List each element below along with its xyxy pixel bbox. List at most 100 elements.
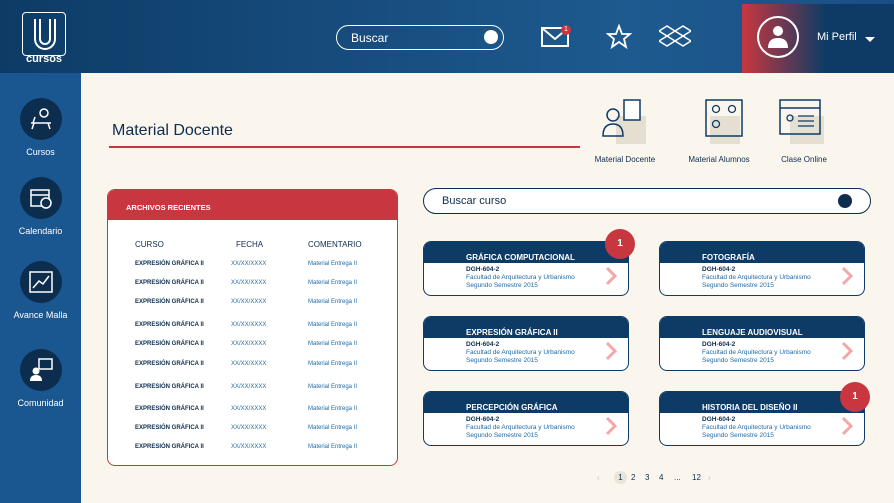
chevron-right-icon[interactable] [840, 266, 854, 286]
course-search-input[interactable]: Buscar curso [423, 188, 871, 214]
cell-curso: EXPRESIÓN GRÁFICA II [135, 444, 204, 450]
cell-fecha: XX/XX/XXXX [231, 280, 267, 286]
search-button[interactable] [484, 30, 498, 44]
sidebar-icon-circle [19, 177, 62, 219]
course-name: FOTOGRAFÍA [660, 242, 864, 263]
cell-comentario[interactable]: Material Entrega II [308, 322, 357, 328]
sidebar-item-cursos[interactable]: Cursos [0, 98, 81, 157]
sidebar-label: Cursos [26, 147, 55, 157]
sidebar-icon-circle [19, 349, 62, 391]
sidebar-item-calendario[interactable]: Calendario [0, 177, 81, 236]
course-search-placeholder: Buscar curso [442, 195, 507, 207]
cell-fecha: XX/XX/XXXX [231, 361, 267, 367]
cell-curso: EXPRESIÓN GRÁFICA II [135, 280, 204, 286]
cell-curso: EXPRESIÓN GRÁFICA II [135, 406, 204, 412]
course-faculty: Facultad de Arquitectura y Urbanismo [702, 274, 811, 281]
course-name: LENGUAJE AUDIOVISUAL [660, 317, 864, 338]
cell-fecha: XX/XX/XXXX [231, 406, 267, 412]
cell-comentario[interactable]: Material Entrega II [308, 341, 357, 347]
students-icon [705, 99, 743, 144]
cell-fecha: XX/XX/XXXX [231, 261, 267, 267]
pagination-page[interactable]: 3 [645, 473, 649, 482]
logo-u-icon [34, 19, 56, 50]
cell-comentario[interactable]: Material Entrega II [308, 261, 357, 267]
cell-curso: EXPRESIÓN GRÁFICA II [135, 384, 204, 390]
pagination-page[interactable]: 12 [692, 473, 701, 482]
course-name: PERCEPCIÓN GRÁFICA [424, 392, 628, 413]
course-name: EXPRESIÓN GRÁFICA II [424, 317, 628, 338]
profile-label[interactable]: Mi Perfil [817, 31, 857, 43]
sidebar-icon-circle [19, 261, 62, 303]
recent-files-panel: ARCHIVOS RECIENTES CURSO FECHA COMENTARI… [107, 189, 398, 466]
course-faculty: Facultad de Arquitectura y Urbanismo [466, 274, 575, 281]
sidebar-label: Calendario [18, 226, 63, 236]
chevron-right-icon[interactable] [604, 341, 618, 361]
cell-fecha: XX/XX/XXXX [231, 341, 267, 347]
sidebar-label: Avance Malla [13, 310, 68, 320]
course-semester: Segundo Semestre 2015 [466, 432, 538, 439]
calendar-icon [29, 189, 52, 209]
course-code: DGH-604-2 [466, 266, 500, 273]
cell-comentario[interactable]: Material Entrega II [308, 444, 357, 450]
chevron-right-icon[interactable] [840, 341, 854, 361]
cell-fecha: XX/XX/XXXX [231, 425, 267, 431]
course-code: DGH-604-2 [466, 416, 500, 423]
chevron-down-icon[interactable] [865, 37, 875, 42]
cell-comentario[interactable]: Material Entrega II [308, 280, 357, 286]
pagination-page[interactable]: 2 [631, 473, 635, 482]
course-semester: Segundo Semestre 2015 [466, 282, 538, 289]
chevron-right-icon[interactable] [604, 266, 618, 286]
course-card[interactable]: GRÁFICA COMPUTACIONAL DGH-604-2 Facultad… [423, 241, 629, 296]
sidebar-item-comunidad[interactable]: Comunidad [0, 349, 81, 408]
cell-fecha: XX/XX/XXXX [231, 299, 267, 305]
cell-comentario[interactable]: Material Entrega II [308, 406, 357, 412]
pagination-page[interactable]: 1 [614, 471, 627, 484]
sidebar-item-avance-malla[interactable]: Avance Malla [0, 261, 81, 320]
course-code: DGH-604-2 [702, 416, 736, 423]
pagination-page[interactable]: 4 [659, 473, 663, 482]
cell-fecha: XX/XX/XXXX [231, 322, 267, 328]
notification-badge: 1 [605, 229, 635, 259]
user-icon [768, 26, 788, 48]
cell-curso: EXPRESIÓN GRÁFICA II [135, 322, 204, 328]
search-input[interactable]: Buscar [336, 25, 504, 50]
mail-badge: 1 [561, 25, 571, 35]
cell-comentario[interactable]: Material Entrega II [308, 384, 357, 390]
cell-comentario[interactable]: Material Entrega II [308, 425, 357, 431]
course-card[interactable]: LENGUAJE AUDIOVISUAL DGH-604-2 Facultad … [659, 316, 865, 371]
notification-badge: 1 [840, 382, 870, 412]
pagination-next[interactable]: › [708, 473, 711, 482]
chevron-right-icon[interactable] [604, 416, 618, 436]
course-card[interactable]: HISTORIA DEL DISEÑO II DGH-604-2 Faculta… [659, 391, 865, 446]
cell-curso: EXPRESIÓN GRÁFICA II [135, 361, 204, 367]
course-faculty: Facultad de Arquitectura y Urbanismo [466, 424, 575, 431]
cell-curso: EXPRESIÓN GRÁFICA II [135, 341, 204, 347]
quick-link-clase-online[interactable]: Clase Online [776, 98, 832, 164]
column-header-curso: CURSO [135, 240, 164, 249]
column-header-comentario: COMENTARIO [308, 240, 362, 249]
quick-link-material-alumnos[interactable]: Material Alumnos [684, 98, 754, 164]
avatar[interactable] [757, 16, 799, 58]
course-search-button[interactable] [838, 194, 852, 208]
pagination-prev[interactable]: ‹ [597, 473, 600, 482]
course-card[interactable]: FOTOGRAFÍA DGH-604-2 Facultad de Arquite… [659, 241, 865, 296]
chevron-right-icon[interactable] [840, 416, 854, 436]
cell-comentario[interactable]: Material Entrega II [308, 299, 357, 305]
course-card[interactable]: PERCEPCIÓN GRÁFICA DGH-604-2 Facultad de… [423, 391, 629, 446]
chart-line-icon [28, 271, 53, 293]
quick-link-label: Clase Online [781, 155, 827, 164]
teacher-icon [602, 99, 646, 144]
cell-comentario[interactable]: Material Entrega II [308, 361, 357, 367]
cell-curso: EXPRESIÓN GRÁFICA II [135, 425, 204, 431]
course-name: GRÁFICA COMPUTACIONAL [424, 242, 628, 263]
quick-link-material-docente[interactable]: Material Docente [592, 98, 658, 164]
course-card[interactable]: EXPRESIÓN GRÁFICA II DGH-604-2 Facultad … [423, 316, 629, 371]
dropbox-icon[interactable] [659, 24, 691, 52]
star-icon[interactable] [606, 24, 632, 50]
logo[interactable] [22, 12, 66, 56]
course-name: HISTORIA DEL DISEÑO II [660, 392, 864, 413]
course-semester: Segundo Semestre 2015 [466, 357, 538, 364]
sidebar-icon-circle [19, 98, 62, 140]
course-faculty: Facultad de Arquitectura y Urbanismo [702, 349, 811, 356]
desk-clock-icon [30, 108, 51, 130]
